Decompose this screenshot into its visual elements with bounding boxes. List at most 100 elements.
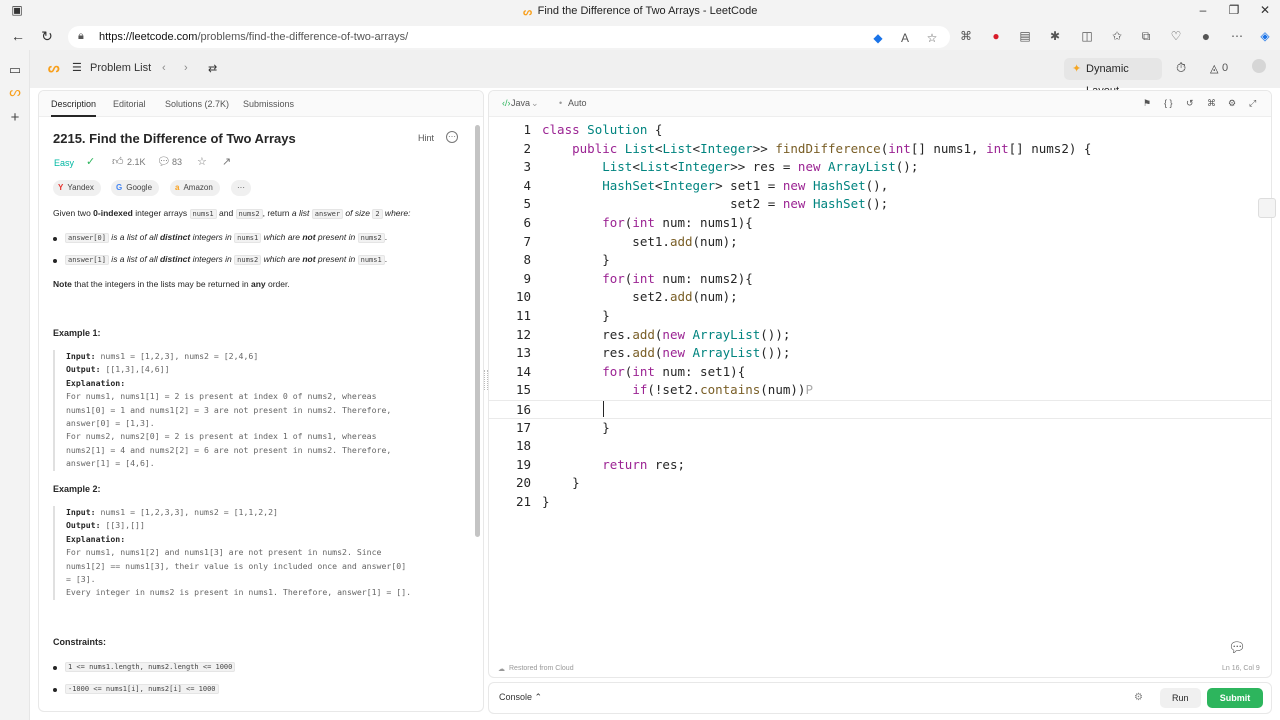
- side-panel-toggle-icon[interactable]: [1258, 198, 1276, 218]
- problem-title[interactable]: 2215. Find the Difference of Two Arrays: [53, 131, 296, 146]
- submit-button[interactable]: Submit: [1207, 688, 1263, 708]
- company-tag-amazon[interactable]: a Amazon: [170, 180, 220, 196]
- user-avatar[interactable]: [1252, 59, 1266, 73]
- yandex-logo-icon: Y: [58, 183, 64, 192]
- more-menu-icon[interactable]: ⋯: [1229, 29, 1245, 43]
- code-line[interactable]: 12 res.add(new ArrayList());: [489, 326, 1271, 345]
- editor-toolbar: ‹/› Java ⌄ • Auto ⚑ { } ↺ ⌘ ⚙ ⤢: [489, 91, 1271, 117]
- code-line[interactable]: 18: [489, 437, 1271, 456]
- tag-icon[interactable]: ◆: [870, 31, 886, 45]
- close-icon[interactable]: ✕: [1250, 3, 1280, 17]
- code-line[interactable]: 4 HashSet<Integer> set1 = new HashSet(),: [489, 177, 1271, 196]
- opera-extension-icon[interactable]: ●: [988, 29, 1004, 43]
- company-tag-yandex[interactable]: Y Yandex: [53, 180, 101, 196]
- auto-mode-toggle[interactable]: Auto: [568, 98, 587, 108]
- puzzle-extensions-icon[interactable]: ✱: [1047, 29, 1063, 43]
- hint-button[interactable]: Hint: [418, 133, 434, 143]
- reset-code-icon[interactable]: ↺: [1186, 98, 1194, 109]
- shortcuts-icon[interactable]: ⌘: [1207, 98, 1216, 109]
- lock-icon[interactable]: 🔒︎: [78, 30, 84, 43]
- console-toggle[interactable]: Console ⌃: [499, 692, 542, 703]
- leetcode-logo-icon[interactable]: ᔕ: [48, 60, 60, 76]
- code-line-current[interactable]: 16: [489, 400, 1271, 419]
- browser-title-bar: ▣ ᔕ Find the Difference of Two Arrays - L…: [0, 0, 1280, 24]
- company-tag-google[interactable]: G Google: [111, 180, 160, 196]
- refresh-icon[interactable]: ↻: [38, 28, 56, 45]
- fullscreen-icon[interactable]: ⤢: [1249, 98, 1256, 109]
- next-problem-icon[interactable]: ›: [184, 62, 188, 74]
- share-icon[interactable]: ↗: [222, 155, 231, 168]
- code-line[interactable]: 5 set2 = new HashSet();: [489, 195, 1271, 214]
- bullet-dot: [53, 237, 57, 241]
- code-line[interactable]: 19 return res;: [489, 456, 1271, 475]
- description-scrollbar[interactable]: [475, 125, 480, 537]
- extension-icon[interactable]: ⌘: [958, 29, 974, 43]
- browser-essentials-icon[interactable]: ♡: [1168, 29, 1184, 43]
- comments-icon[interactable]: 💬︎: [157, 155, 171, 168]
- address-bar-row: ← ↻ 🔒︎ https://leetcode.com/problems/fin…: [0, 24, 1280, 50]
- code-line[interactable]: 17 }: [489, 419, 1271, 438]
- streak-icon[interactable]: ◬: [1210, 62, 1218, 75]
- new-tab-icon[interactable]: +: [7, 109, 23, 126]
- code-line[interactable]: 13 res.add(new ArrayList());: [489, 344, 1271, 363]
- code-line[interactable]: 10 set2.add(num);: [489, 288, 1271, 307]
- prev-problem-icon[interactable]: ‹: [162, 62, 166, 74]
- extension-2-icon[interactable]: ▤: [1017, 29, 1033, 43]
- debug-icon[interactable]: ⚙: [1134, 692, 1143, 703]
- amazon-logo-icon: a: [175, 183, 180, 192]
- leetcode-tab-icon[interactable]: ᔕ: [7, 84, 23, 100]
- tab-actions-icon[interactable]: ▭: [7, 62, 23, 78]
- code-line[interactable]: 14 for(int num: set1){: [489, 363, 1271, 382]
- more-companies-button[interactable]: ···: [231, 180, 251, 196]
- copilot-icon[interactable]: ◈: [1257, 29, 1273, 43]
- problem-list-link[interactable]: Problem List: [90, 62, 151, 74]
- code-line[interactable]: 9 for(int num: nums2){: [489, 270, 1271, 289]
- code-line[interactable]: 3 List<List<Integer>> res = new ArrayLis…: [489, 158, 1271, 177]
- list-icon[interactable]: ☰: [72, 61, 82, 74]
- code-line[interactable]: 1 class Solution {: [489, 121, 1271, 140]
- run-button[interactable]: Run: [1160, 688, 1201, 708]
- tab-description[interactable]: Description: [51, 99, 97, 117]
- favorites-icon[interactable]: ✩: [1109, 29, 1125, 43]
- code-line[interactable]: 2 public List<List<Integer>> findDiffere…: [489, 140, 1271, 159]
- bullet-dot: [53, 688, 57, 692]
- more-options-icon[interactable]: ⋯: [446, 131, 458, 143]
- code-editor-panel: ‹/› Java ⌄ • Auto ⚑ { } ↺ ⌘ ⚙ ⤢ 1 class S…: [488, 90, 1272, 678]
- format-braces-icon[interactable]: { }: [1164, 98, 1173, 108]
- minimize-icon[interactable]: –: [1188, 3, 1218, 17]
- timer-icon[interactable]: ⏱: [1176, 60, 1186, 76]
- difficulty-badge: Easy: [54, 158, 75, 168]
- chevron-down-icon[interactable]: ⌄: [531, 98, 539, 109]
- settings-gear-icon[interactable]: ⚙: [1228, 98, 1236, 109]
- bookmark-icon[interactable]: ⚑: [1143, 98, 1151, 109]
- chat-assistant-icon[interactable]: 💬︎: [1228, 639, 1246, 656]
- bullet-dot: [53, 259, 57, 263]
- language-select[interactable]: Java: [511, 98, 530, 108]
- tab-submissions[interactable]: Submissions: [243, 99, 294, 109]
- thumbs-up-icon[interactable]: 👍︎: [112, 155, 124, 168]
- dynamic-layout-button[interactable]: ✦Dynamic Layout: [1064, 58, 1162, 97]
- url-bar[interactable]: 🔒︎ https://leetcode.com/problems/find-th…: [68, 26, 950, 48]
- code-line[interactable]: 15 if(!set2.contains(num))P: [489, 381, 1271, 400]
- profile-avatar-icon[interactable]: ●: [1198, 28, 1214, 44]
- code-line[interactable]: 8 }: [489, 251, 1271, 270]
- code-line[interactable]: 6 for(int num: nums1){: [489, 214, 1271, 233]
- favorite-star-icon[interactable]: ☆: [197, 155, 207, 168]
- collections-icon[interactable]: ⧉: [1138, 29, 1154, 44]
- back-icon[interactable]: ←: [9, 28, 27, 44]
- split-screen-icon[interactable]: ◫: [1079, 29, 1095, 43]
- tab-editorial[interactable]: Editorial: [113, 99, 146, 109]
- favorite-star-icon[interactable]: ☆: [924, 31, 940, 45]
- code-line[interactable]: 7 set1.add(num);: [489, 233, 1271, 252]
- code-line[interactable]: 11 }: [489, 307, 1271, 326]
- read-aloud-icon[interactable]: A: [897, 31, 913, 45]
- shuffle-icon[interactable]: ⇄: [208, 62, 217, 75]
- maximize-icon[interactable]: ❐: [1219, 3, 1249, 17]
- tab-solutions[interactable]: Solutions (2.7K): [165, 99, 229, 109]
- cloud-icon: ☁: [498, 666, 505, 673]
- example-1-heading: Example 1:: [53, 328, 101, 338]
- code-line[interactable]: 21}: [489, 493, 1271, 512]
- code-line[interactable]: 20 }: [489, 474, 1271, 493]
- streak-count: 0: [1222, 62, 1229, 74]
- constraint-item: 1 <= nums1.length, nums2.length <= 1000: [65, 661, 236, 673]
